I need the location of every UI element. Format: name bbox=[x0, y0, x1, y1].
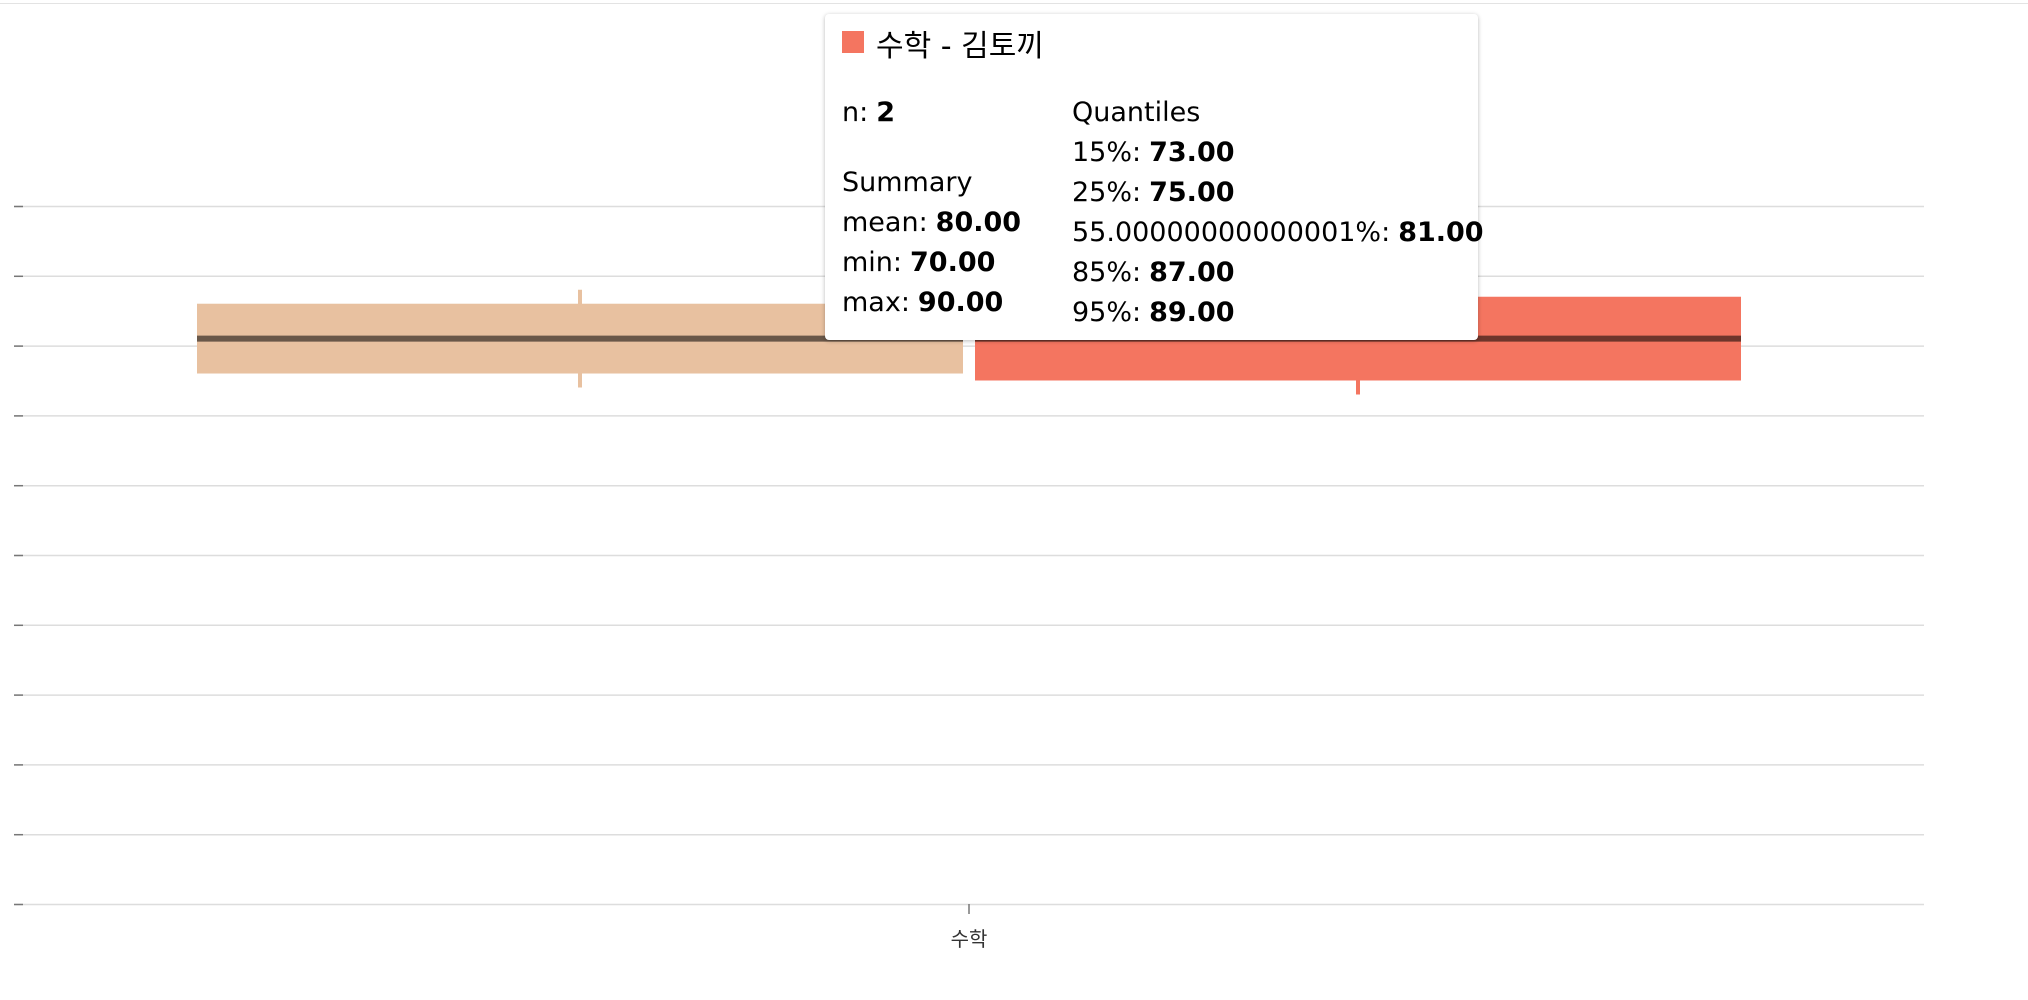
tooltip-summary-row: max: 90.00 bbox=[842, 283, 1021, 323]
tooltip-summary-column: n: 2 Summary mean: 80.00 min: 70.00 max: 90.… bbox=[842, 93, 1021, 323]
tooltip-quantile-row: 25%: 75.00 bbox=[1072, 173, 1484, 213]
quantile-label: 55.00000000000001%: bbox=[1072, 217, 1391, 248]
quantile-value: 89.00 bbox=[1149, 297, 1235, 328]
tooltip-summary-row: mean: 80.00 bbox=[842, 203, 1021, 243]
tooltip-n-label: n: bbox=[842, 97, 869, 128]
summary-mean-label: mean: bbox=[842, 207, 928, 238]
tooltip-n-value: 2 bbox=[876, 97, 896, 128]
tooltip-quantile-row: 85%: 87.00 bbox=[1072, 253, 1484, 293]
summary-max-label: max: bbox=[842, 287, 910, 318]
quantile-value: 75.00 bbox=[1149, 177, 1235, 208]
tooltip-color-swatch bbox=[842, 31, 864, 53]
tooltip-quantile-row: 15%: 73.00 bbox=[1072, 133, 1484, 173]
tooltip-quantiles-heading: Quantiles bbox=[1072, 97, 1201, 128]
x-axis: 수학 bbox=[951, 904, 988, 951]
quantile-value: 87.00 bbox=[1149, 257, 1235, 288]
x-tick-label: 수학 bbox=[951, 927, 988, 951]
tooltip-summary-row: min: 70.00 bbox=[842, 243, 1021, 283]
summary-max-value: 90.00 bbox=[917, 287, 1004, 318]
tooltip-summary-heading: Summary bbox=[842, 167, 973, 198]
quantile-label: 85%: bbox=[1072, 257, 1142, 288]
summary-min-label: min: bbox=[842, 247, 903, 278]
quantile-value: 73.00 bbox=[1149, 137, 1235, 168]
tooltip-n-row: n: 2 bbox=[842, 93, 1021, 133]
tooltip-title: 수학 - 김토끼 bbox=[876, 29, 1044, 64]
summary-mean-value: 80.00 bbox=[935, 207, 1022, 238]
quantile-label: 15%: bbox=[1072, 137, 1142, 168]
tooltip-quantile-row: 55.00000000000001%: 81.00 bbox=[1072, 213, 1484, 253]
tooltip: 수학 - 김토끼 n: 2 Summary mean: 80.00 min: 70.0… bbox=[825, 14, 1484, 340]
quantile-label: 95%: bbox=[1072, 297, 1142, 328]
summary-min-value: 70.00 bbox=[910, 247, 996, 278]
quantile-value: 81.00 bbox=[1398, 217, 1484, 248]
tooltip-quantiles-column: Quantiles 15%: 73.00 25%: 75.00 55.0000000… bbox=[1072, 93, 1484, 333]
tooltip-quantile-row: 95%: 89.00 bbox=[1072, 293, 1484, 333]
quantile-label: 25%: bbox=[1072, 177, 1142, 208]
